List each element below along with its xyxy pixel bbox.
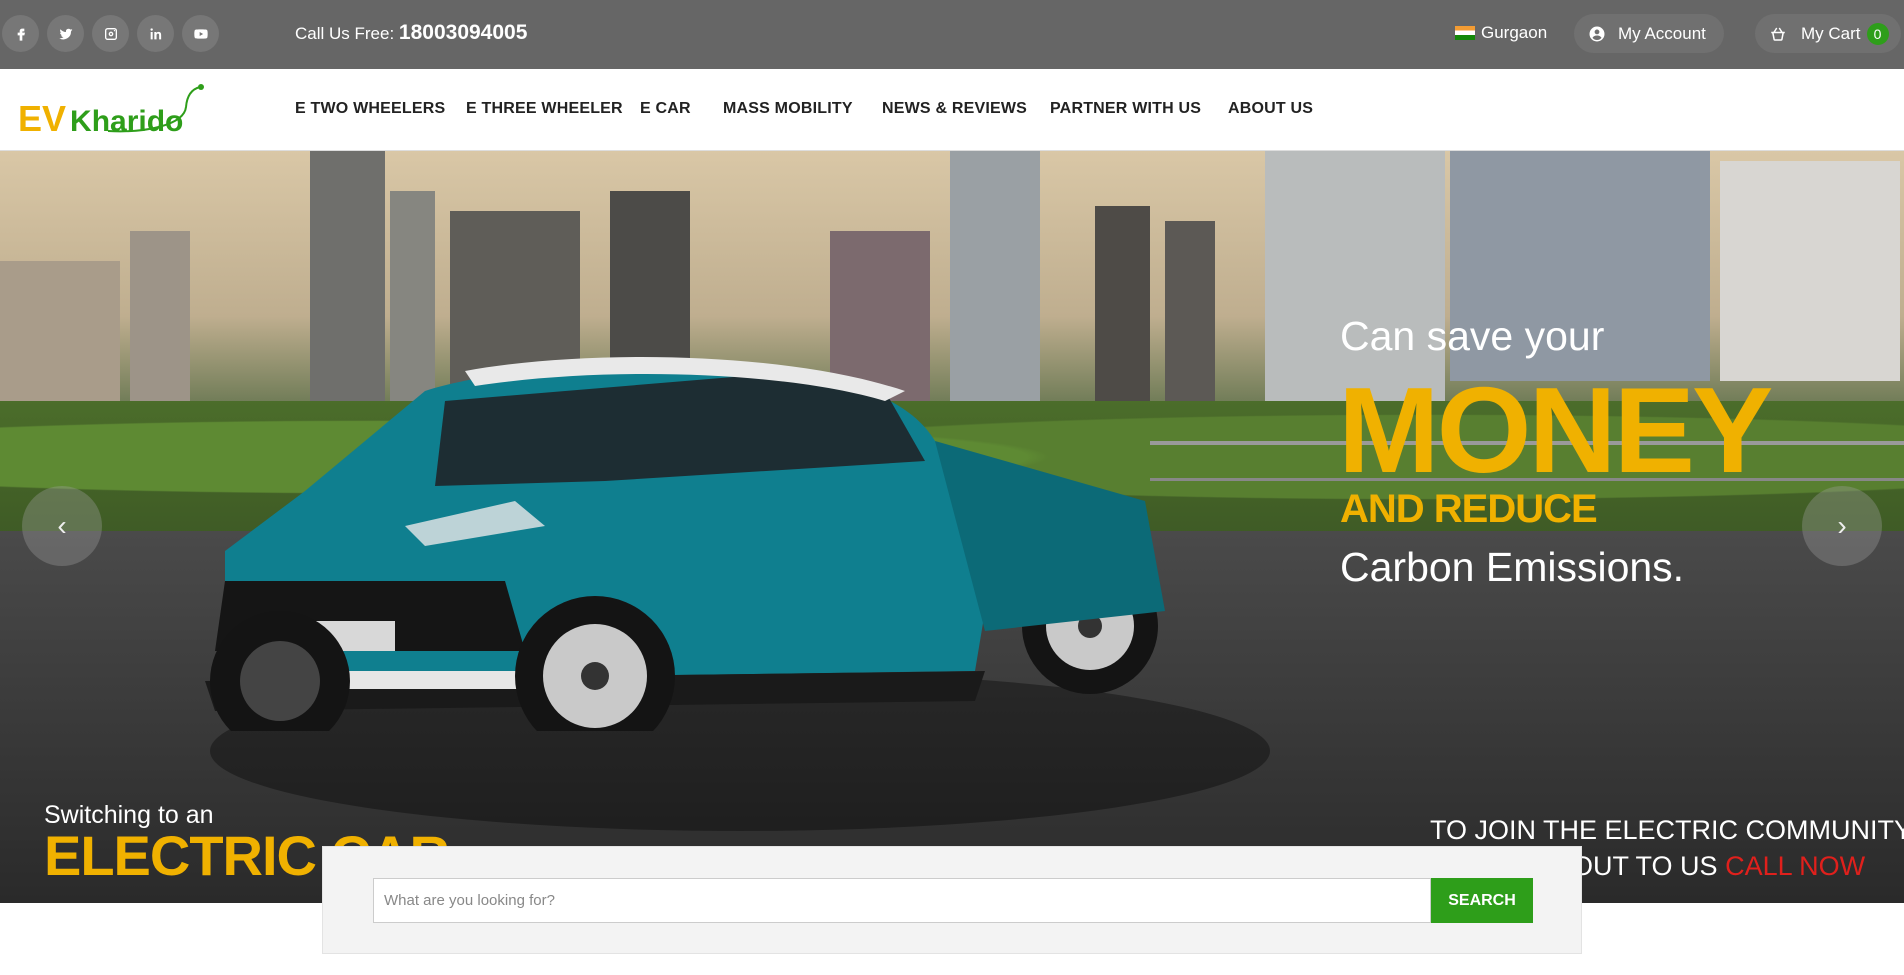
nav-e-two-wheelers[interactable]: E TWO WHEELERS <box>295 100 445 118</box>
nav-e-car[interactable]: E CAR <box>640 100 691 118</box>
nav-mass-mobility[interactable]: MASS MOBILITY <box>723 100 853 118</box>
hero-line4: Carbon Emissions. <box>1340 544 1685 590</box>
nav-about-us[interactable]: ABOUT US <box>1228 100 1313 118</box>
search-button[interactable]: SEARCH <box>1431 878 1533 923</box>
my-account-label: My Account <box>1618 23 1706 43</box>
slider-next-button[interactable]: › <box>1802 486 1882 566</box>
nav-partner-with-us[interactable]: PARTNER WITH US <box>1050 100 1201 118</box>
cart-count-badge: 0 <box>1866 22 1889 45</box>
india-flag-icon <box>1455 26 1475 40</box>
main-nav: EV Kharido E TWO WHEELERS E THREE WHEELE… <box>0 69 1904 151</box>
top-bar: Call Us Free: 18003094005 Gurgaon My Acc… <box>0 0 1904 69</box>
search-input[interactable] <box>373 878 1431 923</box>
chevron-right-icon: › <box>1837 510 1847 541</box>
hero-banner: Can save your MONEY AND REDUCE Carbon Em… <box>0 151 1904 903</box>
logo-plug-icon <box>107 84 204 133</box>
nav-news-reviews[interactable]: NEWS & REVIEWS <box>882 100 1027 118</box>
hero-line1: Can save your <box>1340 313 1605 359</box>
my-cart-label: My Cart <box>1801 23 1861 43</box>
location-selector[interactable]: Gurgaon <box>1455 23 1547 43</box>
nav-e-three-wheeler[interactable]: E THREE WHEELER <box>466 100 623 118</box>
user-circle-icon <box>1589 26 1605 41</box>
hero-right-line1: TO JOIN THE ELECTRIC COMMUNITY, <box>1430 815 1904 845</box>
slider-prev-button[interactable]: ‹ <box>22 486 102 566</box>
site-logo[interactable]: EV Kharido <box>18 84 204 139</box>
my-cart-button[interactable]: My Cart 0 <box>1755 14 1901 53</box>
search-panel: SEARCH <box>322 846 1582 954</box>
facebook-icon[interactable] <box>2 15 39 52</box>
linkedin-icon[interactable] <box>137 15 174 52</box>
logo-ev: EV <box>18 98 67 139</box>
location-label: Gurgaon <box>1481 23 1548 42</box>
call-now-link[interactable]: CALL NOW <box>1725 851 1865 881</box>
call-us: Call Us Free: 18003094005 <box>295 21 527 45</box>
call-label: Call Us Free: <box>295 24 395 43</box>
call-number[interactable]: 18003094005 <box>399 21 527 44</box>
youtube-icon[interactable] <box>182 15 219 52</box>
electric-car-image <box>205 357 1165 731</box>
chevron-left-icon: ‹ <box>57 510 67 541</box>
hero-line3: AND REDUCE <box>1340 487 1598 531</box>
twitter-icon[interactable] <box>47 15 84 52</box>
basket-icon <box>1771 27 1785 41</box>
my-account-button[interactable]: My Account <box>1574 14 1724 53</box>
hero-line2: MONEY <box>1338 362 1773 498</box>
instagram-icon[interactable] <box>92 15 129 52</box>
